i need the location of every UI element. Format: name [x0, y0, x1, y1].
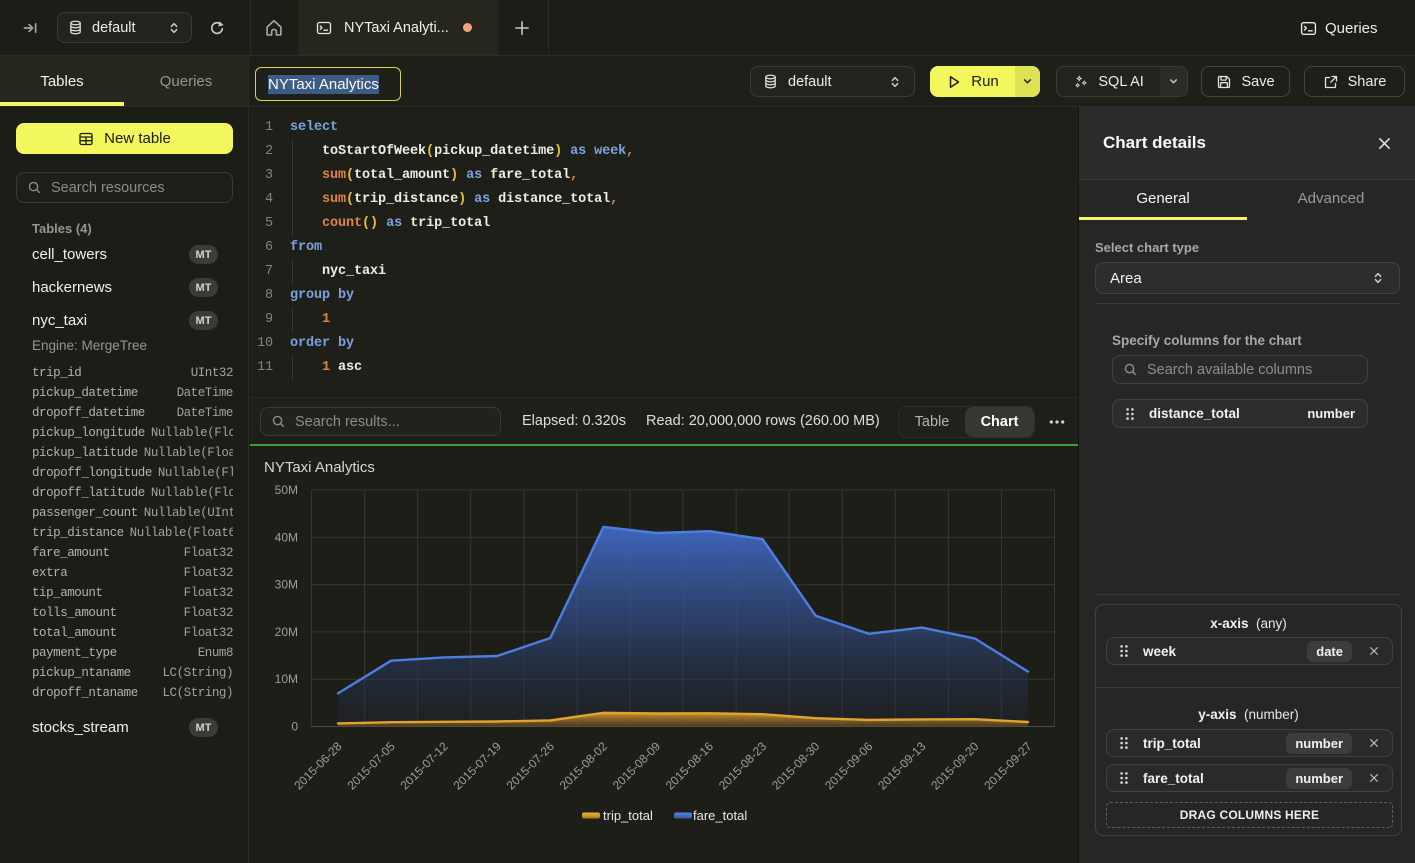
svg-text:50M: 50M: [275, 483, 298, 497]
svg-text:2015-06-28: 2015-06-28: [291, 739, 345, 793]
svg-text:2015-08-23: 2015-08-23: [716, 739, 770, 793]
svg-text:fare_total: fare_total: [693, 808, 747, 823]
svg-text:2015-08-30: 2015-08-30: [769, 739, 823, 793]
svg-text:2015-09-06: 2015-09-06: [822, 739, 876, 793]
svg-text:40M: 40M: [275, 530, 298, 544]
svg-text:2015-08-09: 2015-08-09: [610, 739, 664, 793]
svg-text:2015-09-20: 2015-09-20: [928, 739, 982, 793]
svg-text:trip_total: trip_total: [603, 808, 653, 823]
svg-text:0: 0: [291, 720, 298, 734]
svg-text:2015-09-13: 2015-09-13: [875, 739, 929, 793]
svg-text:2015-07-05: 2015-07-05: [344, 739, 398, 793]
svg-text:30M: 30M: [275, 578, 298, 592]
svg-text:2015-07-12: 2015-07-12: [398, 739, 452, 793]
svg-text:10M: 10M: [275, 672, 298, 686]
svg-text:2015-09-27: 2015-09-27: [981, 739, 1035, 793]
svg-text:2015-07-26: 2015-07-26: [504, 739, 558, 793]
svg-text:2015-08-02: 2015-08-02: [557, 739, 611, 793]
svg-text:2015-08-16: 2015-08-16: [663, 739, 717, 793]
svg-text:2015-07-19: 2015-07-19: [451, 739, 505, 793]
svg-text:20M: 20M: [275, 625, 298, 639]
